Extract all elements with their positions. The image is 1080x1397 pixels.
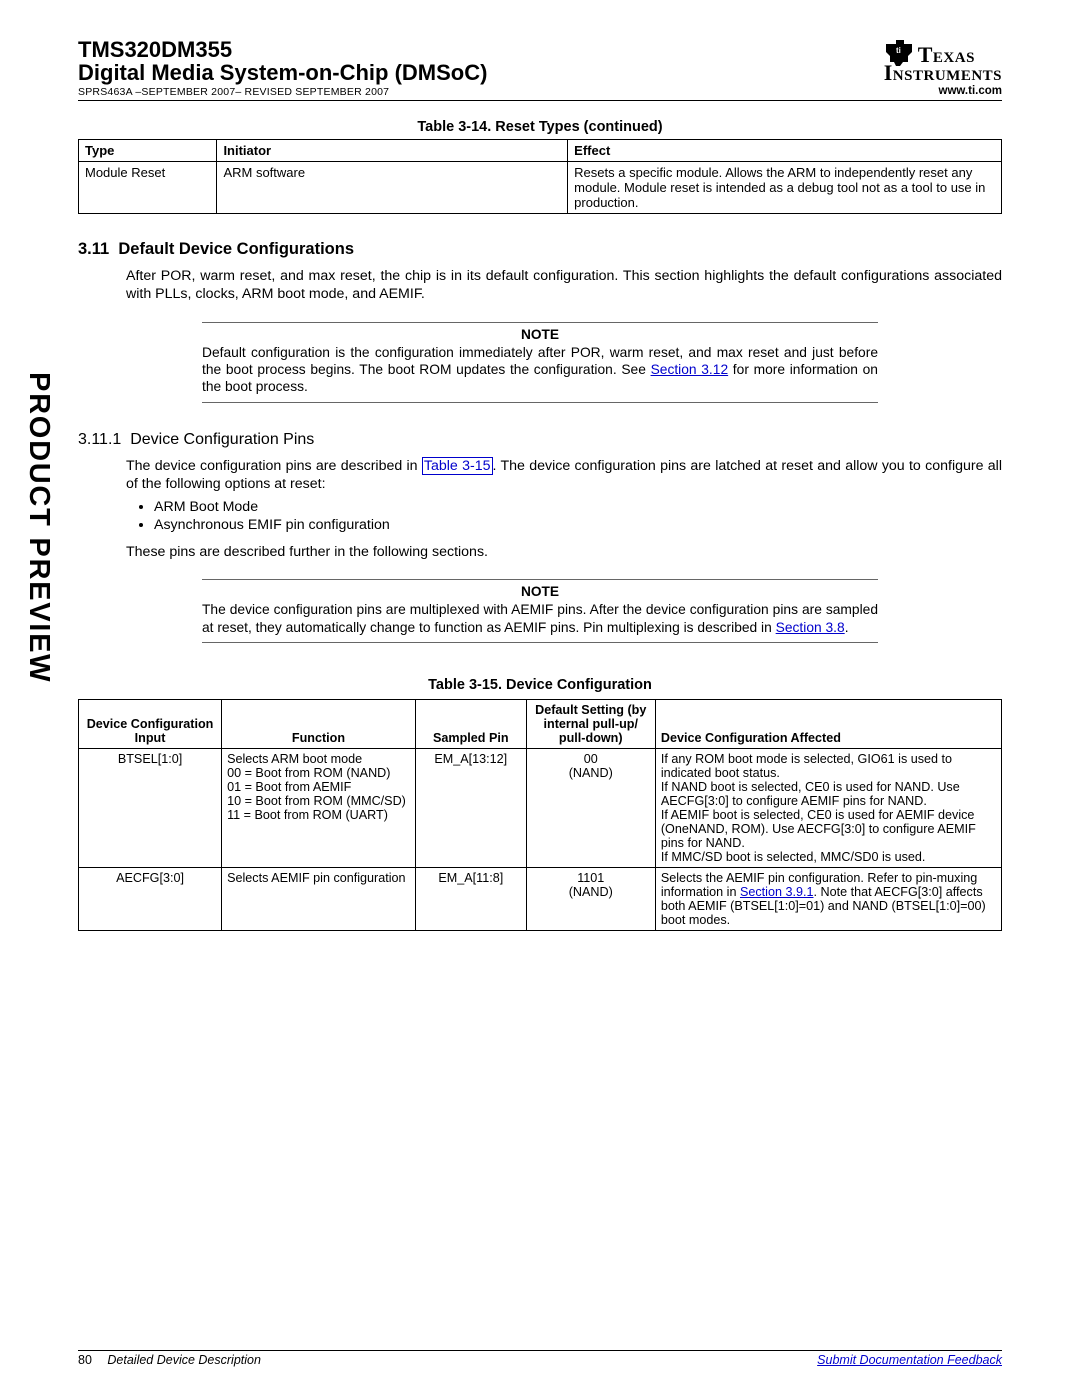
link-section-3-12[interactable]: Section 3.12	[651, 362, 729, 377]
t15-r0-input: BTSEL[1:0]	[79, 748, 222, 867]
t15-r0-function: Selects ARM boot mode 00 = Boot from ROM…	[222, 748, 416, 867]
doc-info: SPRS463A –SEPTEMBER 2007– REVISED SEPTEM…	[78, 86, 487, 98]
section-3-11-heading: 3.11 Default Device Configurations	[78, 240, 1002, 259]
note-label: NOTE	[202, 327, 878, 342]
t15-r1-input: AECFG[3:0]	[79, 867, 222, 930]
note-box-1: NOTE Default configuration is the config…	[202, 322, 878, 403]
t14-type: Module Reset	[79, 162, 217, 214]
table-3-15: Device Configuration Input Function Samp…	[78, 699, 1002, 931]
list-item: Asynchronous EMIF pin configuration	[154, 517, 1002, 533]
body-pre: The device configuration pins are descri…	[126, 458, 422, 474]
section-3-11-1-body: The device configuration pins are descri…	[126, 457, 1002, 493]
doc-subtitle: Digital Media System-on-Chip (DMSoC)	[78, 61, 487, 84]
t15-h-input: Device Configuration Input	[79, 699, 222, 748]
ti-url: www.ti.com	[884, 85, 1002, 97]
table-3-14-caption: Table 3-14. Reset Types (continued)	[78, 119, 1002, 135]
list-item: ARM Boot Mode	[154, 499, 1002, 515]
t14-h-effect: Effect	[568, 140, 1002, 162]
table-row: BTSEL[1:0] Selects ARM boot mode 00 = Bo…	[79, 748, 1002, 867]
svg-text:ti: ti	[896, 46, 901, 55]
sec-num: 3.11	[78, 240, 109, 258]
sec-title: Device Configuration Pins	[130, 431, 314, 448]
doc-title: TMS320DM355	[78, 38, 487, 61]
link-table-3-15[interactable]: Table 3-15	[422, 457, 493, 475]
section-3-11-1-heading: 3.11.1 Device Configuration Pins	[78, 431, 1002, 449]
sec-title: Default Device Configurations	[118, 240, 354, 258]
note-text: The device configuration pins are multip…	[202, 601, 878, 636]
t15-h-affected: Device Configuration Affected	[655, 699, 1001, 748]
t15-r1-affected: Selects the AEMIF pin configuration. Ref…	[655, 867, 1001, 930]
section-3-11-body: After POR, warm reset, and max reset, th…	[126, 267, 1002, 303]
t15-h-sampled: Sampled Pin	[415, 699, 526, 748]
link-section-3-9-1[interactable]: Section 3.9.1	[740, 885, 814, 899]
footer-section-name: Detailed Device Description	[107, 1353, 261, 1367]
t14-initiator: ARM software	[217, 162, 568, 214]
t15-r0-default: 00 (NAND)	[526, 748, 655, 867]
note-text-post: .	[845, 620, 849, 635]
link-section-3-8[interactable]: Section 3.8	[776, 620, 845, 635]
page-number: 80	[78, 1353, 92, 1367]
t14-h-type: Type	[79, 140, 217, 162]
note-label: NOTE	[202, 584, 878, 599]
t14-h-initiator: Initiator	[217, 140, 568, 162]
t15-r1-default: 1101 (NAND)	[526, 867, 655, 930]
page-header: TMS320DM355 Digital Media System-on-Chip…	[78, 38, 1002, 101]
t15-r0-sampled: EM_A[13:12]	[415, 748, 526, 867]
t15-r0-affected: If any ROM boot mode is selected, GIO61 …	[655, 748, 1001, 867]
t15-h-function: Function	[222, 699, 416, 748]
ti-chip-icon: ti	[884, 38, 914, 66]
sec-num: 3.11.1	[78, 431, 121, 448]
t15-r1-function: Selects AEMIF pin configuration	[222, 867, 416, 930]
t14-effect: Resets a specific module. Allows the ARM…	[568, 162, 1002, 214]
table-row: Module Reset ARM software Resets a speci…	[79, 162, 1002, 214]
bullets-config-options: ARM Boot Mode Asynchronous EMIF pin conf…	[126, 499, 1002, 533]
t15-r1-sampled: EM_A[11:8]	[415, 867, 526, 930]
note-text: Default configuration is the configurati…	[202, 344, 878, 396]
table-row: AECFG[3:0] Selects AEMIF pin configurati…	[79, 867, 1002, 930]
ti-logo: ti Texas Instruments	[884, 38, 1002, 84]
table-3-15-caption: Table 3-15. Device Configuration	[78, 677, 1002, 693]
table-3-14: Type Initiator Effect Module Reset ARM s…	[78, 139, 1002, 214]
t15-h-default: Default Setting (by internal pull-up/ pu…	[526, 699, 655, 748]
section-3-11-1-after: These pins are described further in the …	[126, 543, 1002, 561]
note-box-2: NOTE The device configuration pins are m…	[202, 579, 878, 643]
link-submit-feedback[interactable]: Submit Documentation Feedback	[817, 1353, 1002, 1367]
page-footer: 80 Detailed Device Description Submit Do…	[78, 1350, 1002, 1367]
